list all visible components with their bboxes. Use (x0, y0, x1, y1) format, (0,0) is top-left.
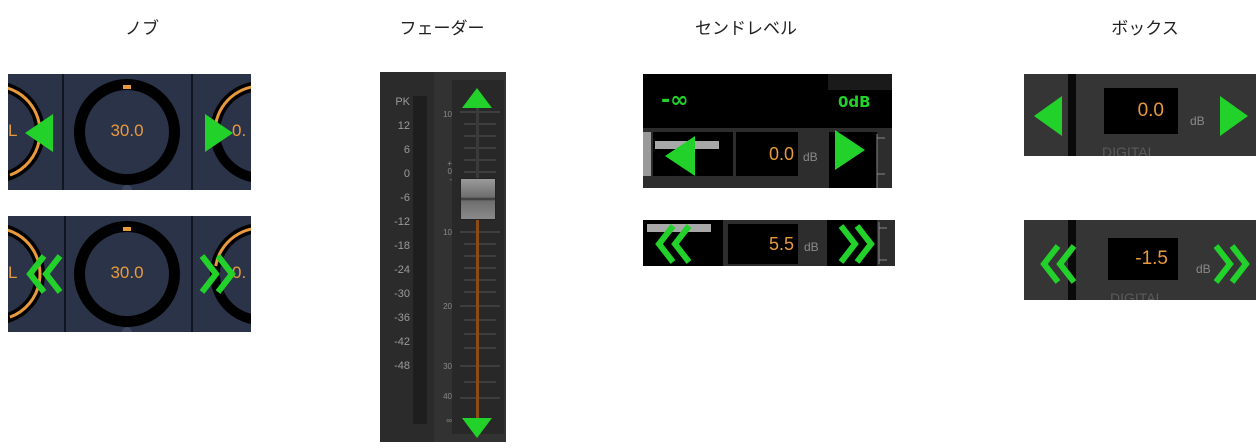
knob-value[interactable]: 30.0 (87, 263, 167, 283)
triangle-left-icon[interactable] (665, 136, 695, 176)
double-chevron-left-icon[interactable] (1040, 244, 1080, 284)
fader-tick: 30 (443, 362, 452, 371)
heading-box: ボックス (1111, 19, 1179, 39)
zero-db-label: 0dB (838, 93, 871, 111)
send-header-bar (828, 74, 892, 90)
knob-panel-single-arrow: L 30.0 0. (8, 74, 251, 190)
box-caption: DIGITAL (1110, 290, 1164, 300)
box-unit: dB (1196, 262, 1211, 276)
knob-panel-double-arrow: L 30.0 0. (8, 216, 251, 332)
triangle-right-icon[interactable] (835, 130, 865, 170)
heading-send-level: センドレベル (695, 19, 797, 39)
send-scale-ticks (876, 134, 885, 188)
send-scale-ticks (878, 222, 887, 264)
fader-tick: - (449, 175, 452, 184)
heading-fader: フェーダー (399, 19, 485, 39)
double-chevron-left-icon[interactable] (655, 224, 695, 264)
box-panel-single-arrow: 0.0 dB DIGITAL (1024, 74, 1256, 156)
triangle-down-icon[interactable] (462, 418, 492, 438)
knob-left-label: L (8, 263, 18, 282)
fader-tick: 10 (443, 110, 452, 119)
double-chevron-right-icon[interactable] (198, 254, 238, 294)
box-caption: DIGITAL (1102, 144, 1156, 156)
send-value[interactable]: 0.0 (736, 132, 798, 176)
send-unit: dB (804, 240, 819, 254)
send-unit: dB (803, 150, 818, 164)
knob-divider (191, 74, 193, 190)
send-level-panel-double-arrow: 5.5 dB (643, 220, 895, 266)
double-chevron-right-icon[interactable] (837, 224, 877, 264)
fader-tick: 20 (443, 302, 452, 311)
fader-tick: 10 (443, 228, 452, 237)
fader-ticks (460, 102, 500, 418)
triangle-right-icon[interactable] (205, 114, 235, 152)
knob-value[interactable]: 30.0 (87, 121, 167, 141)
triangle-right-icon[interactable] (1220, 96, 1248, 136)
heading-knob: ノブ (125, 19, 159, 39)
box-value[interactable]: 0.0 (1104, 88, 1178, 134)
box-unit: dB (1190, 114, 1205, 128)
box-divider (1068, 74, 1076, 156)
triangle-up-icon[interactable] (462, 88, 492, 108)
knob-divider (62, 74, 64, 190)
box-panel-double-arrow: -1.5 dB DIGITAL (1024, 220, 1256, 300)
knob-left-label: L (8, 121, 18, 140)
double-chevron-left-icon[interactable] (26, 254, 66, 294)
triangle-left-icon[interactable] (25, 114, 55, 152)
send-slider-edge (643, 132, 651, 176)
fader-strip: PK 12 6 0 -6 -12 -18 -24 -30 -36 -42 -48… (380, 72, 506, 442)
fader-tick: 40 (443, 392, 452, 401)
fader-handle[interactable] (460, 178, 496, 220)
neg-inf-label: -∞ (661, 88, 689, 113)
send-value[interactable]: 5.5 (728, 224, 798, 264)
box-value[interactable]: -1.5 (1108, 238, 1178, 280)
double-chevron-right-icon[interactable] (1212, 244, 1252, 284)
fader-tick: ∞ (446, 416, 452, 425)
triangle-left-icon[interactable] (1034, 96, 1062, 136)
send-level-panel-single-arrow: -∞ 0dB 0.0 dB (643, 74, 892, 188)
knob-divider (191, 216, 193, 332)
